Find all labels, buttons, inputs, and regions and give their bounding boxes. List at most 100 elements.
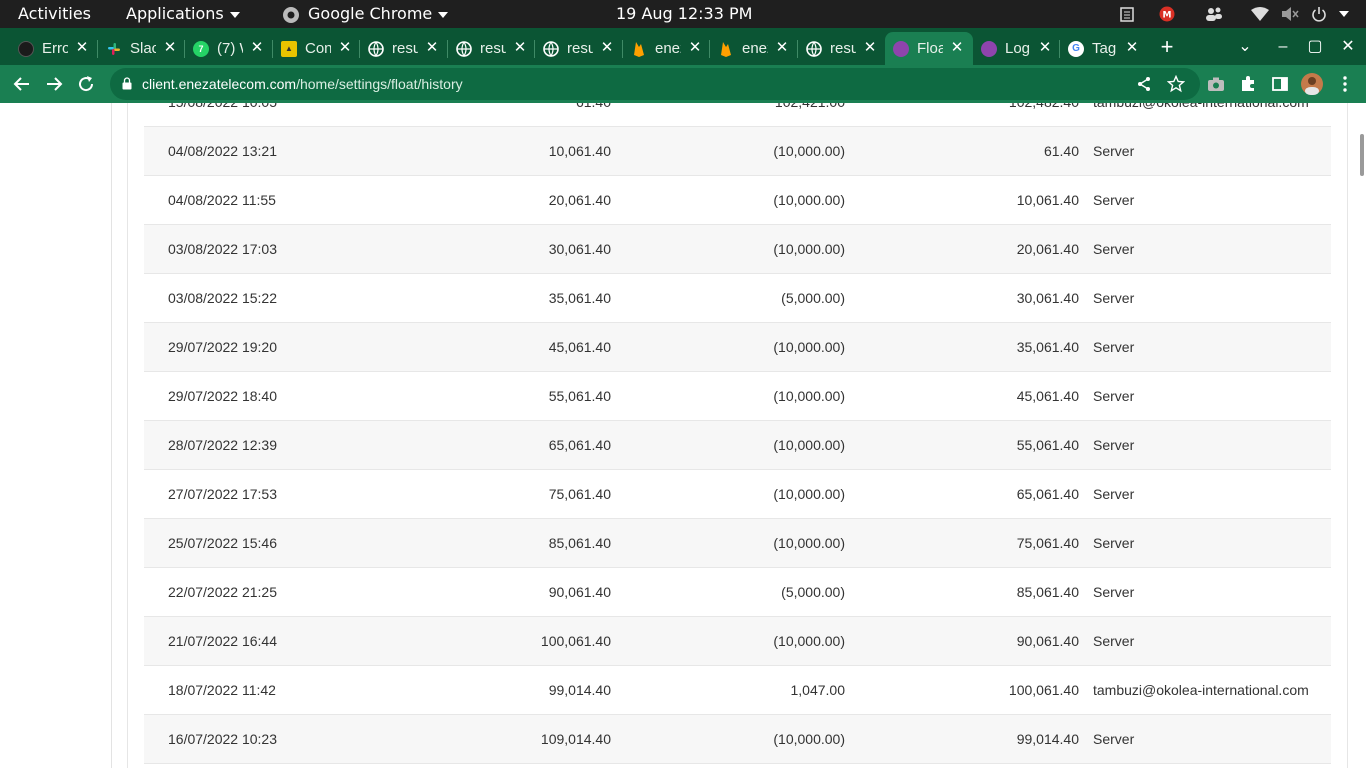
new-tab-button[interactable]: + [1152, 32, 1182, 62]
applications-menu[interactable]: Applications [126, 0, 240, 28]
eneza-icon [893, 40, 909, 57]
volume-muted-icon[interactable] [1281, 6, 1299, 22]
share-icon[interactable] [1134, 74, 1154, 94]
balance-before-cell: 61.40 [576, 103, 611, 126]
close-tab-icon[interactable]: ✕ [422, 38, 442, 58]
whatsapp-icon: 7 [193, 40, 209, 57]
tab-4[interactable]: result✕ [360, 32, 448, 65]
date-cell: 29/07/2022 18:40 [168, 388, 277, 404]
tab-5[interactable]: result✕ [448, 32, 536, 65]
github-icon [18, 40, 34, 57]
tab-title: result [480, 40, 506, 57]
close-tab-icon[interactable]: ✕ [160, 38, 180, 58]
amount-cell: (10,000.00) [773, 437, 845, 453]
tab-1[interactable]: Slack✕ [98, 32, 186, 65]
app-menu[interactable]: Google Chrome [282, 0, 449, 28]
kebab-menu-icon[interactable] [1335, 74, 1355, 94]
balance-after-cell: 45,061.40 [1016, 388, 1079, 404]
clock[interactable]: 19 Aug 12:33 PM [616, 0, 752, 28]
url-host: client.enezatelecom.com [142, 76, 297, 92]
tab-8[interactable]: eneza✕ [710, 32, 798, 65]
eneza-icon [981, 40, 997, 57]
scrollbar-thumb[interactable] [1360, 134, 1364, 176]
balance-after-cell: 30,061.40 [1016, 290, 1079, 306]
tab-3[interactable]: ▲ Config✕ [273, 32, 361, 65]
close-tab-icon[interactable]: ✕ [597, 38, 617, 58]
activities-button[interactable]: Activities [18, 0, 91, 28]
clipboard-icon[interactable] [1119, 6, 1135, 22]
wifi-icon[interactable] [1251, 6, 1269, 22]
close-tab-icon[interactable]: ✕ [772, 38, 792, 58]
forward-button[interactable] [39, 69, 69, 99]
balance-after-cell: 10,061.40 [1016, 192, 1079, 208]
tab-search-button[interactable]: ⌄ [1230, 32, 1260, 62]
address-bar[interactable]: client.enezatelecom.com/home/settings/fl… [110, 68, 1200, 100]
minimize-button[interactable]: – [1268, 32, 1298, 62]
user-cell: Server [1093, 290, 1135, 306]
balance-before-cell: 109,014.40 [540, 731, 611, 747]
bookmark-star-icon[interactable] [1166, 74, 1186, 94]
side-panel-icon[interactable] [1270, 74, 1290, 94]
amount-cell: (10,000.00) [773, 192, 845, 208]
date-cell: 22/07/2022 21:25 [168, 584, 277, 600]
tab-title: (7) WhatsApp [217, 40, 243, 57]
tab-11[interactable]: Log ✕ [973, 32, 1061, 65]
profile-avatar[interactable] [1300, 72, 1324, 96]
close-window-button[interactable]: ✕ [1333, 32, 1363, 62]
balance-after-cell: 20,061.40 [1016, 241, 1079, 257]
amount-cell: (10,000.00) [773, 143, 845, 159]
close-tab-icon[interactable]: ✕ [335, 38, 355, 58]
balance-after-cell: 85,061.40 [1016, 584, 1079, 600]
user-cell: Server [1093, 339, 1135, 355]
tab-6[interactable]: result✕ [535, 32, 623, 65]
globe-icon [543, 40, 559, 57]
balance-before-cell: 99,014.40 [548, 682, 611, 698]
chevron-down-icon[interactable] [1338, 6, 1350, 22]
tab-12[interactable]: G Tag ✕ [1060, 32, 1148, 65]
close-tab-icon[interactable]: ✕ [947, 38, 967, 58]
screenshot-extension-icon[interactable] [1206, 74, 1226, 94]
url-text[interactable]: client.enezatelecom.com/home/settings/fl… [142, 68, 463, 100]
close-tab-icon[interactable]: ✕ [72, 38, 92, 58]
page-scrollbar[interactable] [1352, 103, 1366, 768]
tab-10[interactable]: Float✕ [885, 32, 973, 65]
tab-9[interactable]: result✕ [798, 32, 886, 65]
globe-icon [368, 40, 384, 57]
user-cell: Server [1093, 437, 1135, 453]
amount-cell: (10,000.00) [773, 486, 845, 502]
users-icon[interactable] [1205, 6, 1223, 22]
balance-before-cell: 55,061.40 [548, 388, 611, 404]
applications-label: Applications [126, 4, 224, 23]
close-tab-icon[interactable]: ✕ [247, 38, 267, 58]
amount-cell: 1,047.00 [790, 682, 846, 698]
table-row: 04/08/2022 11:55 20,061.40 (10,000.00) 10,0… [144, 176, 1331, 225]
extensions-puzzle-icon[interactable] [1238, 74, 1258, 94]
close-tab-icon[interactable]: ✕ [685, 38, 705, 58]
reload-button[interactable] [71, 69, 101, 99]
tab-0[interactable]: Errors✕ [10, 32, 98, 65]
close-tab-icon[interactable]: ✕ [1122, 38, 1142, 58]
balance-after-cell: 55,061.40 [1016, 437, 1079, 453]
chevron-down-icon [229, 11, 240, 18]
user-cell: tambuzi@okolea-international.com [1093, 103, 1309, 126]
amount-cell: (10,000.00) [773, 535, 845, 551]
lock-icon[interactable] [122, 77, 132, 90]
user-cell: Server [1093, 486, 1135, 502]
table-row: 27/07/2022 17:53 75,061.40 (10,000.00) 65,0… [144, 470, 1331, 519]
gmail-tray-icon[interactable]: M [1159, 6, 1175, 22]
back-button[interactable] [7, 69, 37, 99]
tab-7[interactable]: eneza✕ [623, 32, 711, 65]
maximize-button[interactable]: ▢ [1300, 32, 1330, 62]
tab-title: Slack [130, 40, 156, 57]
date-cell: 29/07/2022 19:20 [168, 339, 277, 355]
power-icon[interactable] [1311, 6, 1327, 22]
close-tab-icon[interactable]: ✕ [510, 38, 530, 58]
table-row: 15/08/2022 10:05 61.40 102,421.00 102,482.4… [144, 103, 1331, 127]
table-row: 28/07/2022 12:39 65,061.40 (10,000.00) 55,0… [144, 421, 1331, 470]
tab-2[interactable]: 7 (7) WhatsApp✕ [185, 32, 273, 65]
close-tab-icon[interactable]: ✕ [860, 38, 880, 58]
amount-cell: (10,000.00) [773, 388, 845, 404]
tab-title: Tag [1092, 40, 1117, 57]
browser-toolbar: client.enezatelecom.com/home/settings/fl… [0, 65, 1366, 103]
close-tab-icon[interactable]: ✕ [1035, 38, 1055, 58]
